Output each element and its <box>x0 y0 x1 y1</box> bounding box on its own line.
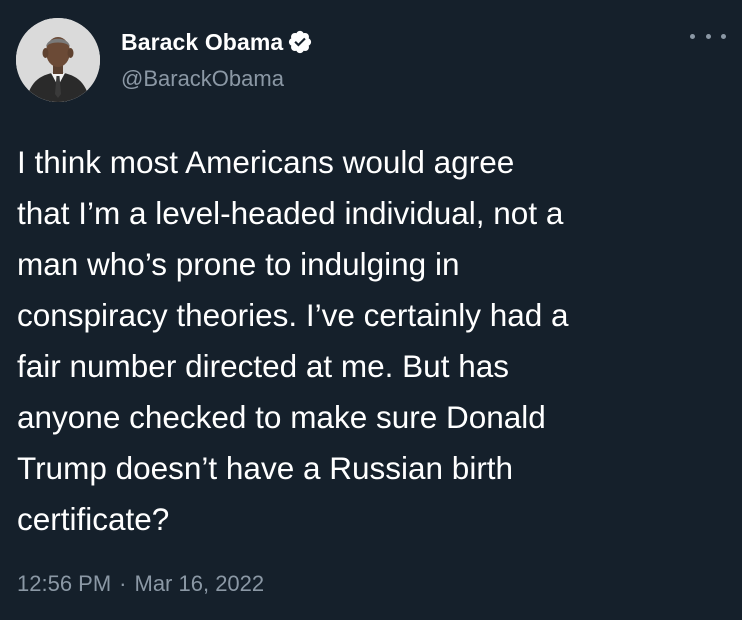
author-display-name[interactable]: Barack Obama <box>121 29 283 56</box>
tweet-card: Barack Obama @BarackObama I think most A… <box>0 0 742 620</box>
tweet-date: Mar 16, 2022 <box>134 571 265 596</box>
timestamp-separator: · <box>119 571 127 596</box>
author-name-row: Barack Obama <box>121 27 313 57</box>
avatar[interactable] <box>16 18 100 102</box>
tweet-time: 12:56 PM <box>17 571 112 596</box>
author-handle[interactable]: @BarackObama <box>121 66 284 92</box>
tweet-text: I think most Americans would agree that … <box>17 144 569 537</box>
avatar-photo <box>16 18 100 102</box>
verified-badge-icon <box>287 29 313 55</box>
more-dot <box>721 33 726 39</box>
more-dot <box>690 33 695 39</box>
more-dot <box>705 33 711 39</box>
more-options-icon[interactable] <box>690 26 726 46</box>
tweet-timestamp[interactable]: 12:56 PM · Mar 16, 2022 <box>17 571 264 597</box>
